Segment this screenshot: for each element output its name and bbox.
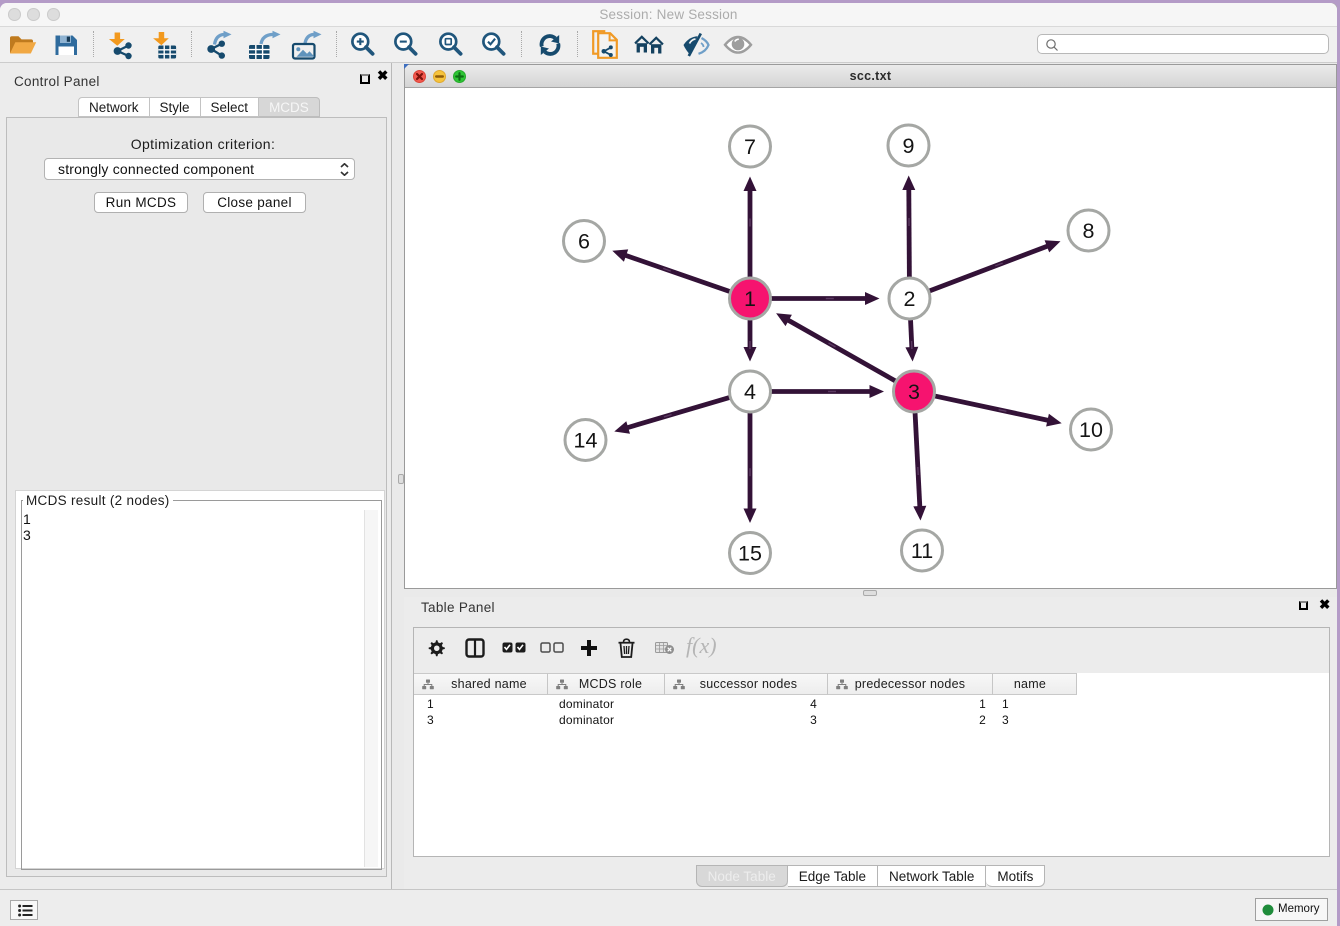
svg-text:11: 11 [911, 539, 933, 563]
svg-text:9: 9 [903, 134, 915, 158]
svg-text:14: 14 [574, 429, 598, 453]
svg-text:4: 4 [744, 380, 756, 404]
svg-text:6: 6 [578, 230, 590, 254]
svg-text:7: 7 [744, 135, 756, 159]
svg-text:10: 10 [1079, 418, 1103, 442]
svg-text:8: 8 [1083, 219, 1095, 243]
svg-text:1: 1 [744, 287, 756, 311]
svg-text:2: 2 [904, 287, 916, 311]
svg-text:15: 15 [738, 542, 762, 566]
svg-text:3: 3 [908, 380, 920, 404]
